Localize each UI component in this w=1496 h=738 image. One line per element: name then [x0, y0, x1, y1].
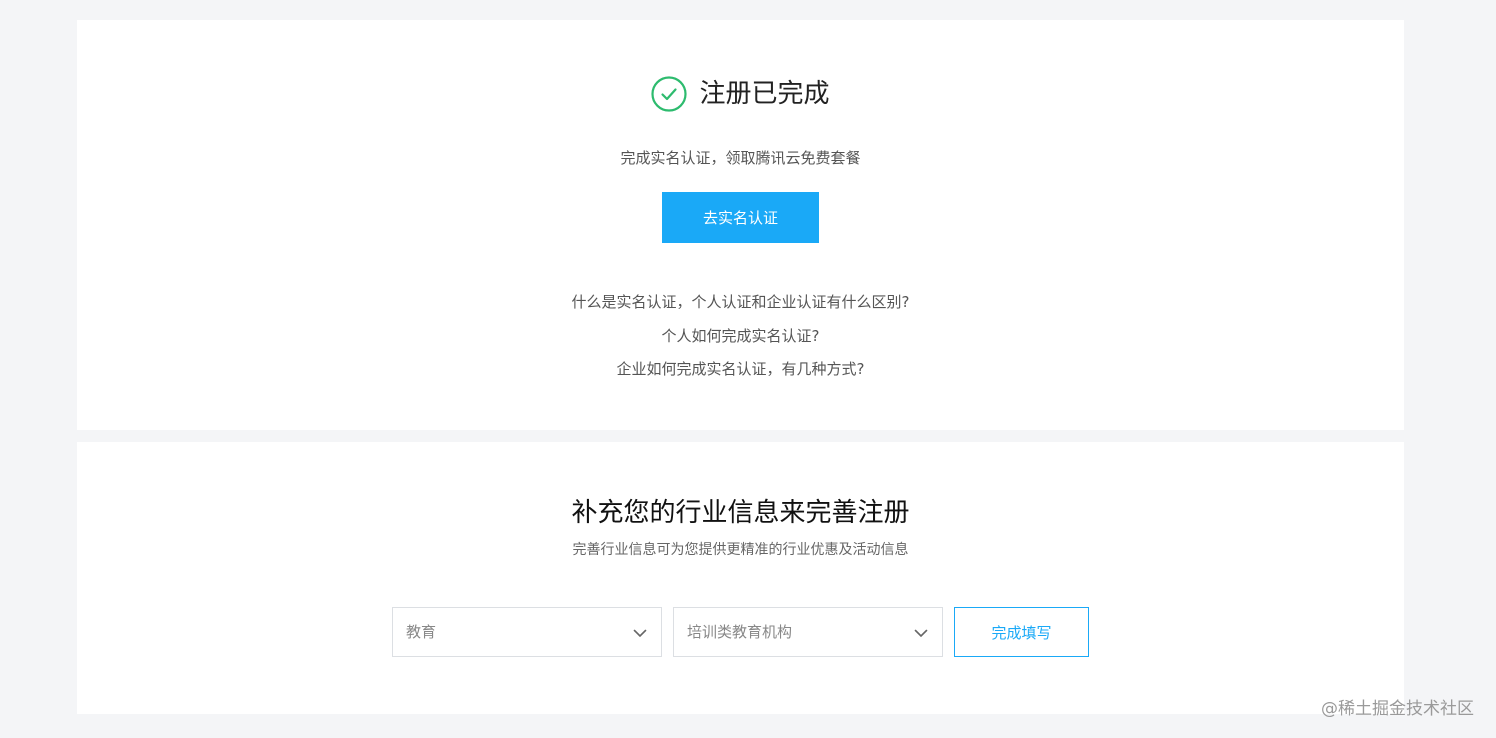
industry-info-card: 补充您的行业信息来完善注册 完善行业信息可为您提供更精准的行业优惠及活动信息 教… — [77, 442, 1404, 714]
page-title: 注册已完成 — [699, 79, 830, 109]
industry-select-value: 教育 — [406, 623, 437, 641]
page: 注册已完成 完成实名认证，领取腾讯云免费套餐 去实名认证 什么是实名认证，个人认… — [0, 0, 1496, 738]
faq-link-enterprise[interactable]: 企业如何完成实名认证，有几种方式? — [617, 360, 865, 378]
faq-item: 个人如何完成实名认证? — [77, 320, 1404, 354]
registration-complete-card: 注册已完成 完成实名认证，领取腾讯云免费套餐 去实名认证 什么是实名认证，个人认… — [77, 20, 1404, 430]
sub-industry-select[interactable]: 培训类教育机构 — [673, 607, 943, 657]
free-plan-subtitle: 完成实名认证，领取腾讯云免费套餐 — [620, 149, 861, 167]
check-circle-icon — [651, 76, 688, 112]
complete-fill-button[interactable]: 完成填写 — [954, 607, 1089, 657]
verify-identity-button[interactable]: 去实名认证 — [662, 192, 819, 243]
industry-section-subtitle: 完善行业信息可为您提供更精准的行业优惠及活动信息 — [572, 542, 909, 558]
faq-item: 什么是实名认证，个人认证和企业认证有什么区别? — [77, 286, 1404, 320]
faq-link-difference[interactable]: 什么是实名认证，个人认证和企业认证有什么区别? — [572, 293, 910, 311]
faq-list: 什么是实名认证，个人认证和企业认证有什么区别? 个人如何完成实名认证? 企业如何… — [77, 286, 1404, 387]
chevron-down-icon — [633, 625, 647, 639]
watermark: @稀土掘金技术社区 — [1321, 699, 1474, 719]
industry-section-title: 补充您的行业信息来完善注册 — [571, 498, 910, 528]
faq-item: 企业如何完成实名认证，有几种方式? — [77, 353, 1404, 387]
success-header: 注册已完成 — [77, 76, 1404, 112]
faq-link-personal[interactable]: 个人如何完成实名认证? — [662, 327, 820, 345]
sub-industry-select-value: 培训类教育机构 — [687, 623, 793, 641]
chevron-down-icon — [914, 625, 928, 639]
industry-select[interactable]: 教育 — [392, 607, 662, 657]
